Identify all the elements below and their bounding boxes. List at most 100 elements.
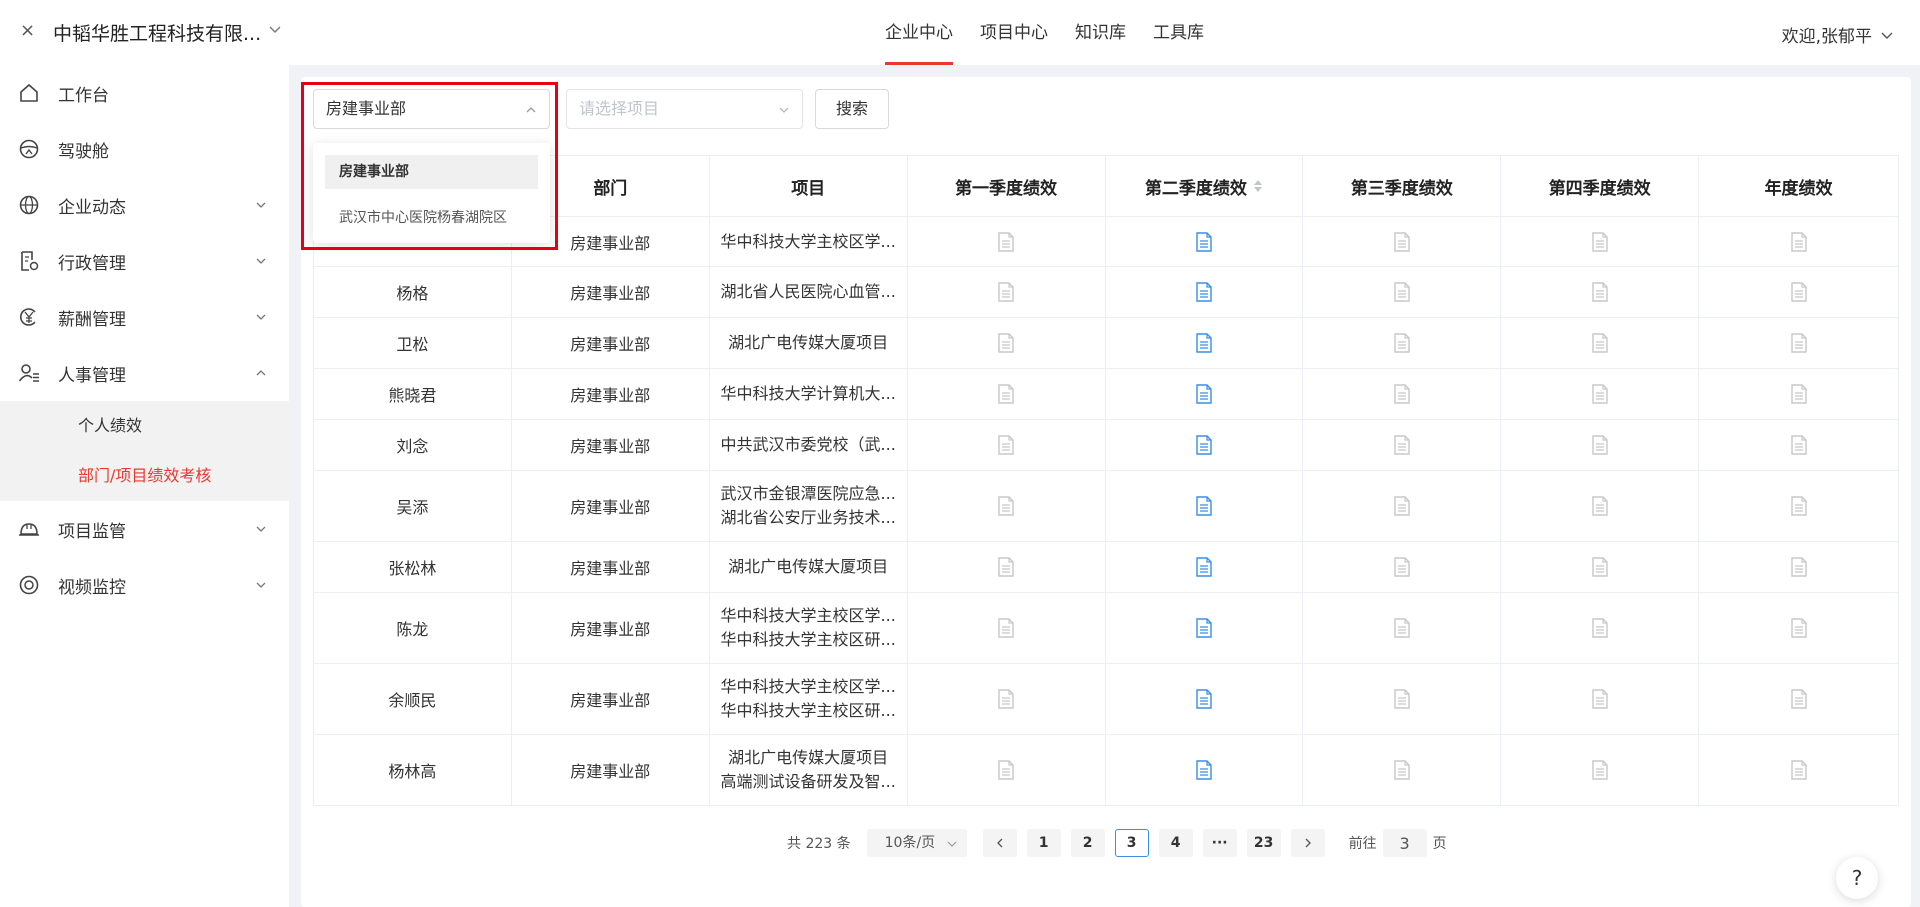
document-icon[interactable]	[1195, 384, 1213, 404]
document-icon[interactable]	[1195, 333, 1213, 353]
document-icon[interactable]	[1591, 282, 1609, 302]
document-icon[interactable]	[997, 760, 1015, 780]
document-icon[interactable]	[1591, 618, 1609, 638]
document-icon[interactable]	[1393, 496, 1411, 516]
page-ellipsis-button[interactable]: ···	[1202, 829, 1237, 857]
document-icon[interactable]	[1195, 282, 1213, 302]
document-icon[interactable]	[1393, 435, 1411, 455]
chevron-down-icon[interactable]	[268, 22, 282, 36]
document-icon[interactable]	[1790, 557, 1808, 577]
cell-q2-performance	[1106, 542, 1304, 592]
document-icon[interactable]	[1790, 384, 1808, 404]
prev-page-button[interactable]	[982, 829, 1017, 857]
document-icon[interactable]	[1790, 333, 1808, 353]
table-row: 陈龙 房建事业部 华中科技大学主校区学... 华中科技大学主校区研...	[314, 593, 1899, 664]
document-icon[interactable]	[1393, 618, 1411, 638]
document-icon[interactable]	[1790, 689, 1808, 709]
document-icon[interactable]	[1591, 760, 1609, 780]
cell-department: 房建事业部	[512, 420, 710, 470]
page-button-4[interactable]: 4	[1158, 829, 1193, 857]
document-icon[interactable]	[1591, 231, 1609, 252]
document-icon[interactable]	[1195, 618, 1213, 638]
document-icon[interactable]	[1591, 496, 1609, 516]
table-body: 房建事业部 华中科技大学主校区学... 杨格 房建事业部 湖北省人民医院心血管... 卫松…	[314, 217, 1899, 806]
sidebar-item-label: 驾驶舱	[58, 141, 109, 162]
document-icon[interactable]	[1790, 496, 1808, 516]
close-icon[interactable]: ×	[20, 20, 35, 41]
sidebar-subitem-personal-performance[interactable]: 个人绩效	[0, 401, 289, 451]
nav-enterprise-center[interactable]: 企业中心	[885, 0, 953, 65]
cell-annual-performance	[1699, 664, 1899, 734]
document-icon[interactable]	[1591, 333, 1609, 353]
document-icon[interactable]	[997, 231, 1015, 252]
document-icon[interactable]	[997, 282, 1015, 302]
document-icon[interactable]	[1591, 435, 1609, 455]
document-icon[interactable]	[1393, 231, 1411, 252]
user-menu[interactable]: 欢迎,张郁平	[1782, 22, 1894, 47]
chevron-down-icon	[256, 202, 266, 208]
document-icon[interactable]	[997, 689, 1015, 709]
dropdown-option-dept[interactable]: 房建事业部	[325, 155, 538, 189]
document-icon[interactable]	[1393, 384, 1411, 404]
document-icon[interactable]	[1591, 384, 1609, 404]
document-icon[interactable]	[1790, 282, 1808, 302]
cell-annual-performance	[1699, 542, 1899, 592]
document-icon[interactable]	[997, 557, 1015, 577]
nav-project-center[interactable]: 项目中心	[980, 0, 1048, 65]
document-icon[interactable]	[997, 435, 1015, 455]
document-icon[interactable]	[1195, 231, 1213, 252]
sort-icon[interactable]	[1253, 179, 1263, 193]
document-icon[interactable]	[1393, 557, 1411, 577]
document-icon[interactable]	[1195, 760, 1213, 780]
document-icon[interactable]	[997, 384, 1015, 404]
page-size-select[interactable]: 10条/页	[866, 829, 967, 857]
sidebar-subitem-dept-project-assessment[interactable]: 部门/项目绩效考核	[0, 451, 289, 501]
sidebar-item-label: 人事管理	[58, 365, 126, 386]
column-header-q2[interactable]: 第二季度绩效	[1106, 156, 1304, 216]
sidebar-item-hr[interactable]: 人事管理	[0, 345, 289, 401]
sidebar-item-label: 企业动态	[58, 197, 126, 218]
department-select[interactable]: 房建事业部	[313, 89, 550, 129]
document-icon[interactable]	[1790, 618, 1808, 638]
project-name: 湖北省人民医院心血管...	[720, 282, 896, 301]
page-button-3-current[interactable]: 3	[1114, 829, 1149, 857]
project-select[interactable]: 请选择项目	[566, 89, 803, 129]
search-button[interactable]: 搜索	[815, 89, 889, 129]
document-icon[interactable]	[1591, 557, 1609, 577]
sidebar-item-workbench[interactable]: 工作台	[0, 65, 289, 121]
sidebar-item-salary[interactable]: 薪酬管理	[0, 289, 289, 345]
document-icon[interactable]	[1393, 333, 1411, 353]
cell-q1-performance	[908, 735, 1106, 805]
page-button-2[interactable]: 2	[1070, 829, 1105, 857]
sidebar-item-enterprise-news[interactable]: 企业动态	[0, 177, 289, 233]
page-button-1[interactable]: 1	[1026, 829, 1061, 857]
sidebar-item-administration[interactable]: 行政管理	[0, 233, 289, 289]
sidebar-item-project-supervision[interactable]: 项目监管	[0, 501, 289, 557]
next-page-button[interactable]	[1290, 829, 1325, 857]
sidebar-item-cockpit[interactable]: 驾驶舱	[0, 121, 289, 177]
page-button-23[interactable]: 23	[1246, 829, 1281, 857]
document-icon[interactable]	[1591, 689, 1609, 709]
document-icon[interactable]	[997, 496, 1015, 516]
document-icon[interactable]	[1790, 231, 1808, 252]
document-icon[interactable]	[1790, 435, 1808, 455]
document-icon[interactable]	[1195, 435, 1213, 455]
document-icon[interactable]	[1393, 689, 1411, 709]
document-icon[interactable]	[1790, 760, 1808, 780]
help-button[interactable]: ?	[1836, 857, 1878, 899]
nav-tool-library[interactable]: 工具库	[1153, 0, 1204, 65]
nav-knowledge-base[interactable]: 知识库	[1075, 0, 1126, 65]
goto-page-input[interactable]	[1382, 829, 1427, 857]
company-name[interactable]: 中韬华胜工程科技有限...	[53, 19, 261, 46]
document-icon[interactable]	[1393, 282, 1411, 302]
sidebar-item-video-monitoring[interactable]: 视频监控	[0, 557, 289, 613]
dropdown-option-hospital[interactable]: 武汉市中心医院杨春湖院区	[325, 201, 538, 235]
document-icon[interactable]	[1393, 760, 1411, 780]
document-icon[interactable]	[1195, 496, 1213, 516]
document-icon[interactable]	[1195, 557, 1213, 577]
document-icon[interactable]	[997, 333, 1015, 353]
document-icon[interactable]	[1195, 689, 1213, 709]
document-icon[interactable]	[997, 618, 1015, 638]
table-row: 房建事业部 华中科技大学主校区学...	[314, 217, 1899, 267]
cell-q1-performance	[908, 318, 1106, 368]
